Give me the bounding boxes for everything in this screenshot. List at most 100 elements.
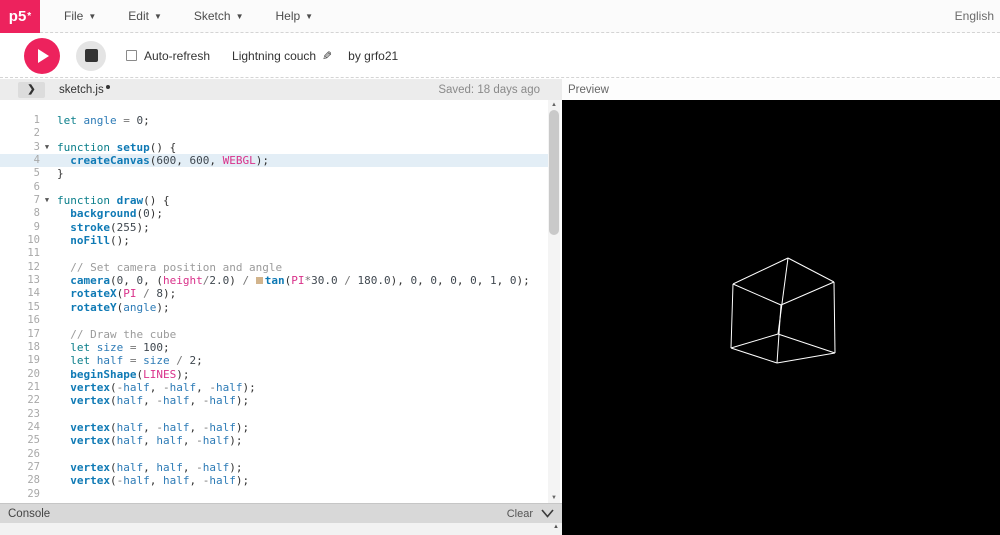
cube-wireframe [562, 100, 1000, 535]
line-number: 19 [0, 354, 40, 367]
code-text: vertex(half, -half, -half); [54, 394, 249, 407]
chevron-down-icon: ▼ [305, 12, 313, 21]
code-line[interactable]: 3▼function setup() { [0, 141, 548, 154]
language-selector[interactable]: English [955, 9, 998, 23]
console-header[interactable]: Console Clear [0, 503, 562, 523]
p5-logo[interactable]: p5* [0, 0, 40, 33]
menu-file[interactable]: File▼ [50, 0, 110, 33]
scroll-down-arrow-icon[interactable]: ▼ [548, 493, 560, 503]
code-line[interactable]: 14 rotateX(PI / 8); [0, 287, 548, 300]
code-line[interactable]: 11 [0, 247, 548, 260]
fold-gutter [40, 234, 54, 247]
fold-gutter [40, 114, 54, 127]
code-line[interactable]: 18 let size = 100; [0, 341, 548, 354]
editor-scrollbar[interactable]: ▲ ▼ [548, 100, 560, 503]
line-number: 14 [0, 287, 40, 300]
code-line[interactable]: 23 [0, 408, 548, 421]
code-line[interactable]: 8 background(0); [0, 207, 548, 220]
fold-gutter [40, 354, 54, 367]
fold-arrow-icon[interactable]: ▼ [40, 194, 54, 207]
code-text: // Draw the cube [54, 328, 176, 341]
scroll-up-arrow-icon[interactable]: ▲ [548, 100, 560, 110]
fold-gutter [40, 287, 54, 300]
stop-button[interactable] [76, 41, 106, 71]
editor-column: 1let angle = 0;23▼function setup() {4 cr… [0, 100, 562, 535]
code-line[interactable]: 2 [0, 127, 548, 140]
line-number: 28 [0, 474, 40, 487]
line-number: 26 [0, 448, 40, 461]
menu-bar: File▼ Edit▼ Sketch▼ Help▼ [50, 0, 327, 33]
fold-gutter [40, 207, 54, 220]
code-line[interactable]: 9 stroke(255); [0, 221, 548, 234]
code-line[interactable]: 5} [0, 167, 548, 180]
stop-icon [85, 49, 98, 62]
code-line[interactable]: 1let angle = 0; [0, 114, 548, 127]
fold-gutter [40, 394, 54, 407]
console-collapse-chevron-icon[interactable] [541, 509, 554, 518]
project-name: Lightning couch [232, 49, 316, 63]
code-line[interactable]: 27 vertex(half, half, -half); [0, 461, 548, 474]
code-line[interactable]: 17 // Draw the cube [0, 328, 548, 341]
edit-pencil-icon[interactable]: ✎ [322, 49, 332, 63]
fold-gutter [40, 488, 54, 501]
menu-edit[interactable]: Edit▼ [114, 0, 176, 33]
console-scroll-up-icon[interactable]: ▲ [553, 524, 559, 530]
code-line[interactable]: 19 let half = size / 2; [0, 354, 548, 367]
tab-sketch-js[interactable]: sketch.js [59, 84, 110, 96]
code-line[interactable]: 29 [0, 488, 548, 501]
code-text [54, 448, 57, 461]
scrollbar-thumb[interactable] [549, 110, 559, 235]
line-number: 29 [0, 488, 40, 501]
code-text: noFill(); [54, 234, 130, 247]
menu-sketch[interactable]: Sketch▼ [180, 0, 258, 33]
code-text: let angle = 0; [54, 114, 150, 127]
fold-gutter [40, 381, 54, 394]
code-text: camera(0, 0, (height/2.0) / tan(PI*30.0 … [54, 274, 530, 287]
fold-gutter [40, 301, 54, 314]
line-number: 20 [0, 368, 40, 381]
author-byline: by grfo21 [348, 49, 398, 63]
code-text: function setup() { [54, 141, 176, 154]
code-line[interactable]: 16 [0, 314, 548, 327]
fold-gutter [40, 421, 54, 434]
code-line[interactable]: 6 [0, 181, 548, 194]
code-line[interactable]: 13 camera(0, 0, (height/2.0) / tan(PI*30… [0, 274, 548, 287]
code-editor[interactable]: 1let angle = 0;23▼function setup() {4 cr… [0, 100, 548, 503]
main-area: 1let angle = 0;23▼function setup() {4 cr… [0, 100, 1000, 535]
code-line[interactable]: 26 [0, 448, 548, 461]
code-line[interactable]: 20 beginShape(LINES); [0, 368, 548, 381]
code-text: let size = 100; [54, 341, 170, 354]
menu-help[interactable]: Help▼ [261, 0, 327, 33]
console-clear-button[interactable]: Clear [507, 508, 533, 520]
fold-gutter [40, 181, 54, 194]
tab-row: ❯ sketch.js Saved: 18 days ago Preview [0, 79, 1000, 100]
code-line[interactable]: 21 vertex(-half, -half, -half); [0, 381, 548, 394]
play-button[interactable] [24, 38, 60, 74]
code-text: beginShape(LINES); [54, 368, 189, 381]
line-number: 17 [0, 328, 40, 341]
code-line[interactable]: 7▼function draw() { [0, 194, 548, 207]
sketch-toolbar: Auto-refresh Lightning couch ✎ by grfo21 [0, 34, 1000, 78]
sidebar-expand-button[interactable]: ❯ [18, 82, 45, 98]
line-number: 24 [0, 421, 40, 434]
line-number: 10 [0, 234, 40, 247]
fold-arrow-icon[interactable]: ▼ [40, 141, 54, 154]
code-line[interactable]: 15 rotateY(angle); [0, 301, 548, 314]
preview-canvas [562, 100, 1000, 535]
code-line[interactable]: 22 vertex(half, -half, -half); [0, 394, 548, 407]
code-line[interactable]: 24 vertex(half, -half, -half); [0, 421, 548, 434]
code-line[interactable]: 12 // Set camera position and angle [0, 261, 548, 274]
auto-refresh-checkbox[interactable] [126, 50, 137, 61]
code-line[interactable]: 25 vertex(half, half, -half); [0, 434, 548, 447]
code-text: vertex(-half, half, -half); [54, 474, 249, 487]
code-line[interactable]: 10 noFill(); [0, 234, 548, 247]
code-line[interactable]: 4 createCanvas(600, 600, WEBGL); [0, 154, 548, 167]
tan-color-swatch-icon [256, 277, 263, 284]
project-name-group: Lightning couch ✎ [232, 49, 332, 63]
line-number: 11 [0, 247, 40, 260]
code-text: background(0); [54, 207, 163, 220]
console-output: ▲ [0, 523, 562, 535]
code-line[interactable]: 28 vertex(-half, half, -half); [0, 474, 548, 487]
auto-refresh-toggle[interactable]: Auto-refresh [126, 49, 210, 63]
fold-gutter [40, 328, 54, 341]
